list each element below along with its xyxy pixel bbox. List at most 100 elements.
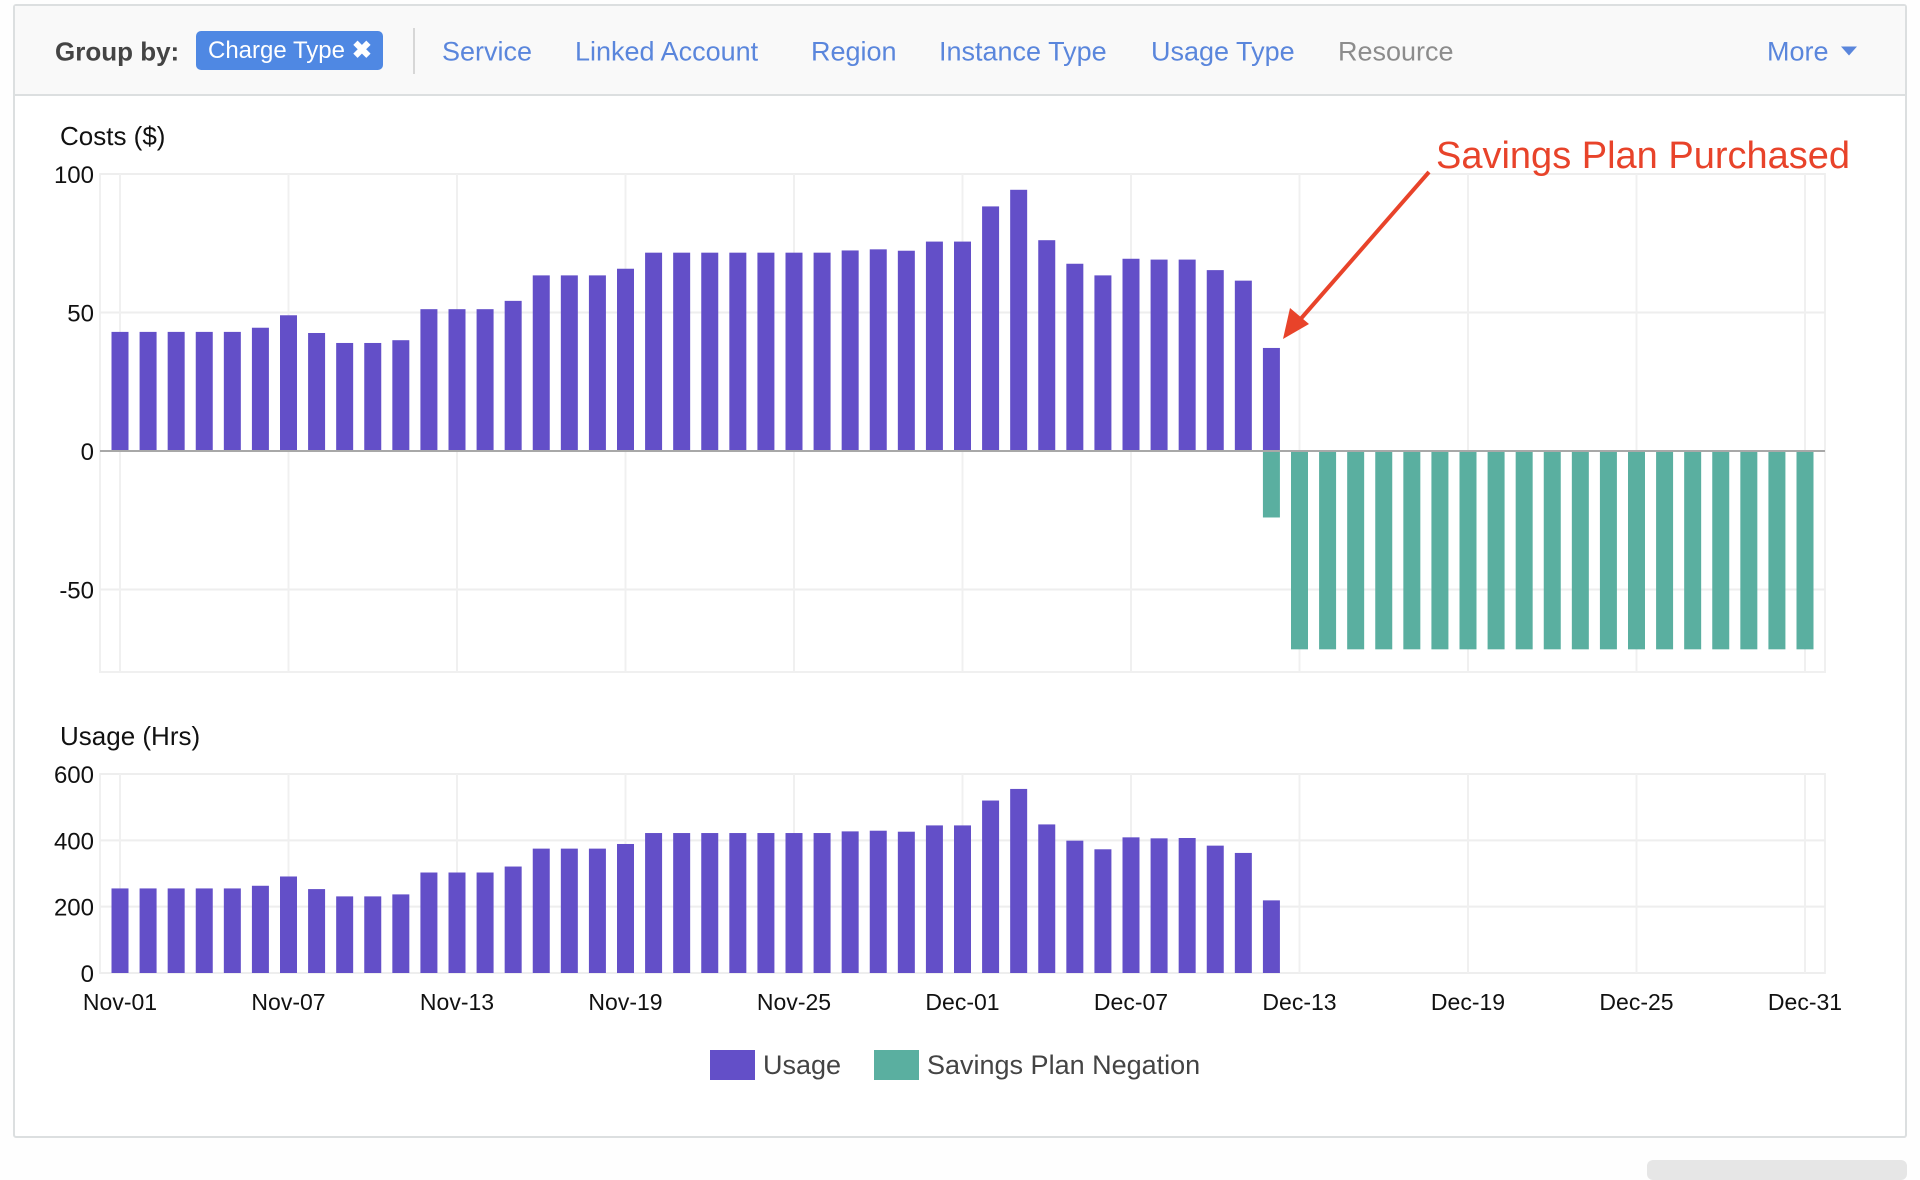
cost-bar-savings-plan-negation[interactable] bbox=[1656, 451, 1674, 650]
usage-bar-usage[interactable] bbox=[701, 833, 719, 973]
cost-bar-usage[interactable] bbox=[111, 331, 129, 451]
usage-bar-usage[interactable] bbox=[729, 833, 747, 973]
cost-bar-savings-plan-negation[interactable] bbox=[1403, 451, 1421, 650]
usage-bar-usage[interactable] bbox=[504, 866, 522, 973]
cost-bar-usage[interactable] bbox=[841, 250, 859, 451]
cost-bar-usage[interactable] bbox=[476, 309, 494, 451]
usage-bar-usage[interactable] bbox=[476, 872, 494, 973]
legend-label-usage[interactable]: Usage bbox=[763, 1050, 841, 1080]
cost-bar-savings-plan-negation[interactable] bbox=[1796, 451, 1814, 650]
cost-bar-usage[interactable] bbox=[1262, 347, 1280, 451]
cost-bar-usage[interactable] bbox=[897, 250, 915, 451]
usage-bar-usage[interactable] bbox=[1262, 900, 1280, 973]
cost-bar-usage[interactable] bbox=[869, 249, 887, 451]
cost-bar-usage[interactable] bbox=[982, 206, 1000, 451]
cost-bar-savings-plan-negation[interactable] bbox=[1262, 451, 1280, 518]
cost-bar-usage[interactable] bbox=[1122, 258, 1140, 451]
usage-bar-usage[interactable] bbox=[785, 833, 803, 973]
cost-bar-savings-plan-negation[interactable] bbox=[1571, 451, 1589, 650]
cost-bar-savings-plan-negation[interactable] bbox=[1515, 451, 1533, 650]
cost-bar-usage[interactable] bbox=[1094, 275, 1112, 451]
cost-bar-savings-plan-negation[interactable] bbox=[1347, 451, 1365, 650]
cost-bar-usage[interactable] bbox=[223, 331, 241, 451]
usage-bar-usage[interactable] bbox=[954, 825, 971, 973]
cost-bar-usage[interactable] bbox=[673, 252, 691, 451]
usage-bar-usage[interactable] bbox=[532, 848, 550, 973]
legend-label-savings-plan-negation[interactable]: Savings Plan Negation bbox=[927, 1050, 1200, 1080]
usage-bar-usage[interactable] bbox=[673, 833, 691, 973]
usage-bar-usage[interactable] bbox=[195, 888, 213, 973]
cost-bar-savings-plan-negation[interactable] bbox=[1375, 451, 1393, 650]
cost-bar-usage[interactable] bbox=[813, 252, 831, 451]
cost-bar-usage[interactable] bbox=[645, 252, 663, 451]
usage-bar-usage[interactable] bbox=[757, 833, 775, 973]
usage-bar-usage[interactable] bbox=[1150, 838, 1168, 973]
usage-bar-usage[interactable] bbox=[280, 876, 297, 973]
usage-bar-usage[interactable] bbox=[617, 843, 634, 973]
cost-bar-usage[interactable] bbox=[420, 309, 438, 451]
cost-bar-savings-plan-negation[interactable] bbox=[1431, 451, 1449, 650]
cost-bar-usage[interactable] bbox=[167, 331, 185, 451]
cost-bar-savings-plan-negation[interactable] bbox=[1599, 451, 1617, 650]
usage-bar-usage[interactable] bbox=[1094, 849, 1112, 973]
usage-bar-usage[interactable] bbox=[420, 872, 438, 973]
cost-bar-savings-plan-negation[interactable] bbox=[1543, 451, 1561, 650]
usage-bar-usage[interactable] bbox=[392, 894, 410, 973]
usage-bar-usage[interactable] bbox=[588, 848, 606, 973]
cost-bar-savings-plan-negation[interactable] bbox=[1712, 451, 1730, 650]
cost-bar-usage[interactable] bbox=[1038, 240, 1056, 451]
cost-bar-usage[interactable] bbox=[617, 268, 634, 451]
usage-bar-usage[interactable] bbox=[308, 889, 326, 973]
cost-bar-usage[interactable] bbox=[1150, 259, 1168, 451]
cost-bar-usage[interactable] bbox=[588, 275, 606, 451]
usage-bar-usage[interactable] bbox=[1178, 838, 1196, 973]
usage-bar-usage[interactable] bbox=[1234, 852, 1252, 973]
usage-bar-usage[interactable] bbox=[897, 831, 915, 973]
usage-bar-usage[interactable] bbox=[251, 885, 269, 973]
cost-bar-usage[interactable] bbox=[280, 315, 297, 451]
cost-bar-savings-plan-negation[interactable] bbox=[1319, 451, 1337, 650]
usage-bar-usage[interactable] bbox=[1066, 840, 1084, 973]
cost-bar-usage[interactable] bbox=[701, 252, 719, 451]
usage-bar-usage[interactable] bbox=[223, 888, 241, 973]
usage-bar-usage[interactable] bbox=[1038, 824, 1056, 973]
usage-bar-usage[interactable] bbox=[645, 833, 663, 973]
cost-bar-usage[interactable] bbox=[364, 342, 382, 451]
usage-bar-usage[interactable] bbox=[139, 888, 157, 973]
usage-bar-usage[interactable] bbox=[1010, 788, 1028, 973]
usage-bar-usage[interactable] bbox=[813, 833, 831, 973]
cost-bar-savings-plan-negation[interactable] bbox=[1487, 451, 1505, 650]
cost-bar-usage[interactable] bbox=[336, 342, 354, 451]
cost-bar-usage[interactable] bbox=[1178, 259, 1196, 451]
cost-bar-usage[interactable] bbox=[1206, 270, 1224, 451]
cost-bar-usage[interactable] bbox=[251, 327, 269, 451]
usage-bar-usage[interactable] bbox=[925, 825, 943, 973]
usage-bar-usage[interactable] bbox=[560, 848, 578, 973]
cost-bar-usage[interactable] bbox=[1066, 263, 1084, 451]
cost-bar-savings-plan-negation[interactable] bbox=[1740, 451, 1758, 650]
usage-bar-usage[interactable] bbox=[982, 800, 1000, 973]
cost-bar-usage[interactable] bbox=[392, 340, 410, 451]
footer-button[interactable] bbox=[1647, 1160, 1907, 1180]
usage-bar-usage[interactable] bbox=[167, 888, 185, 973]
cost-bar-usage[interactable] bbox=[139, 331, 157, 451]
cost-bar-usage[interactable] bbox=[448, 309, 466, 451]
cost-bar-savings-plan-negation[interactable] bbox=[1684, 451, 1702, 650]
usage-bar-usage[interactable] bbox=[841, 831, 859, 973]
cost-bar-usage[interactable] bbox=[195, 331, 213, 451]
usage-bar-usage[interactable] bbox=[364, 896, 382, 973]
cost-bar-usage[interactable] bbox=[925, 241, 943, 451]
cost-bar-savings-plan-negation[interactable] bbox=[1628, 451, 1645, 650]
cost-bar-usage[interactable] bbox=[1010, 189, 1028, 451]
cost-bar-usage[interactable] bbox=[954, 241, 971, 451]
cost-bar-usage[interactable] bbox=[729, 252, 747, 451]
cost-bar-usage[interactable] bbox=[504, 300, 522, 451]
cost-bar-usage[interactable] bbox=[560, 275, 578, 451]
cost-bar-savings-plan-negation[interactable] bbox=[1291, 451, 1308, 650]
cost-bar-usage[interactable] bbox=[308, 332, 326, 451]
cost-bar-usage[interactable] bbox=[757, 252, 775, 451]
cost-bar-usage[interactable] bbox=[1234, 280, 1252, 451]
usage-bar-usage[interactable] bbox=[869, 830, 887, 973]
usage-bar-usage[interactable] bbox=[111, 888, 129, 973]
cost-bar-savings-plan-negation[interactable] bbox=[1768, 451, 1786, 650]
